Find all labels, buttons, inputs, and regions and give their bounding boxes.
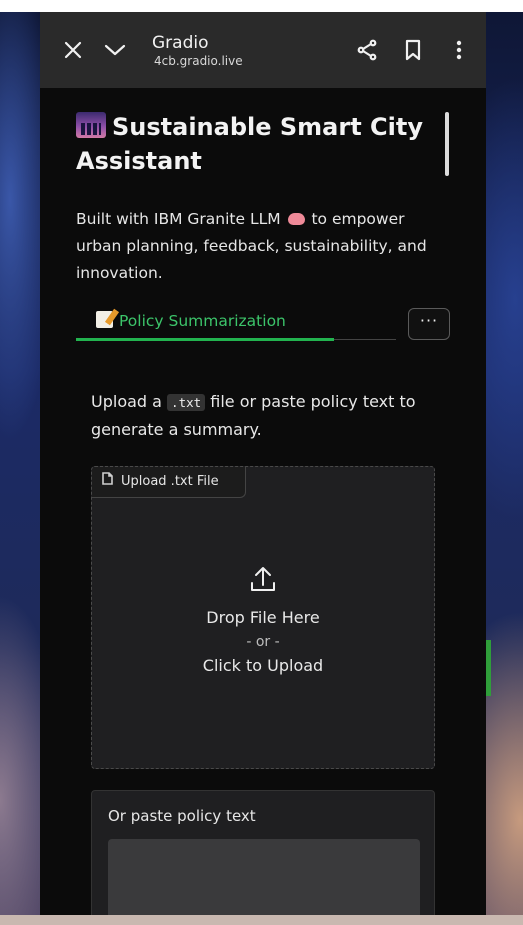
bottom-edge (0, 915, 523, 925)
brain-icon (287, 213, 305, 225)
file-extension-code: .txt (167, 394, 206, 411)
or-separator: - or - (246, 634, 280, 650)
file-icon (102, 467, 113, 497)
bookmark-icon[interactable] (400, 37, 426, 63)
instructions-text: Upload a .txt file or paste policy text … (91, 392, 416, 439)
dropzone-prompt[interactable]: Drop File Here - or - Click to Upload (92, 565, 434, 679)
chevron-down-icon[interactable] (102, 37, 128, 63)
tab-policy-summarization[interactable]: Policy Summarization (76, 304, 334, 342)
browser-toolbar: Gradio 4cb.gradio.live (40, 12, 486, 88)
active-tab-indicator (76, 338, 334, 341)
site-title: Gradio (152, 33, 209, 53)
upload-field-label: Upload .txt File (92, 467, 246, 498)
more-tabs-button[interactable]: ··· (408, 308, 450, 340)
paste-text-panel: Or paste policy text (91, 790, 435, 915)
page-content: Sustainable Smart City Assistant Built w… (40, 88, 486, 915)
share-icon[interactable] (354, 37, 380, 63)
tab-title-block[interactable]: Gradio 4cb.gradio.live (152, 32, 354, 68)
drop-file-text: Drop File Here (206, 608, 320, 627)
tab-bar: Policy Summarization ··· (76, 304, 450, 344)
memo-icon (96, 311, 113, 328)
city-image-icon (76, 112, 106, 138)
click-to-upload-text: Click to Upload (202, 656, 324, 675)
policy-text-input[interactable] (108, 839, 420, 915)
close-icon[interactable] (60, 37, 86, 63)
more-vertical-icon[interactable] (446, 37, 472, 63)
site-url: 4cb.gradio.live (154, 54, 243, 68)
app-title: Sustainable Smart City Assistant (76, 112, 423, 175)
top-edge (0, 0, 523, 12)
app-description: Built with IBM Granite LLM to empower ur… (76, 210, 427, 282)
file-upload-dropzone[interactable]: Upload .txt File Drop File Here - or - C… (91, 466, 435, 769)
paste-text-label: Or paste policy text (108, 807, 256, 825)
mobile-browser-window: Gradio 4cb.gradio.live Sustainable Smart… (40, 12, 486, 915)
upload-icon (92, 565, 434, 597)
tab-divider (334, 339, 396, 340)
